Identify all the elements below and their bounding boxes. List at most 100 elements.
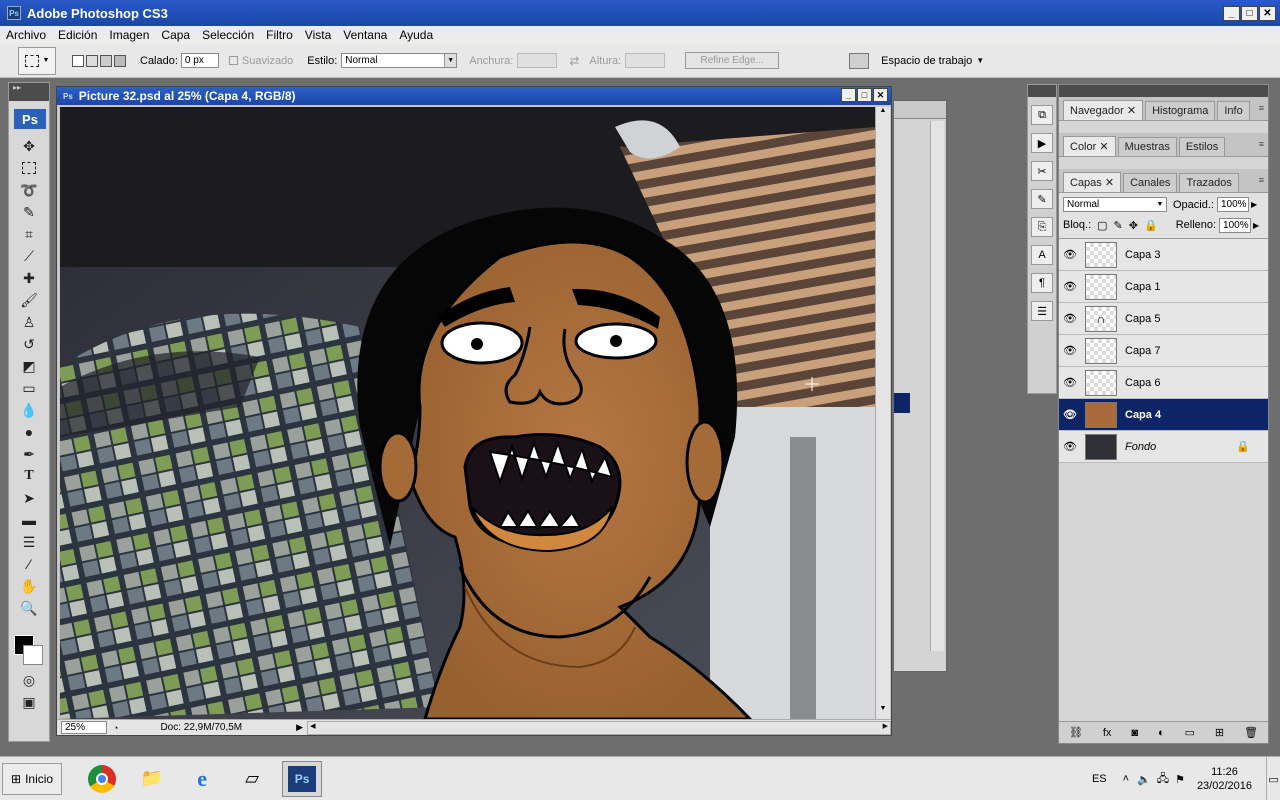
chrome-icon[interactable]: [82, 761, 122, 797]
link-layers-icon[interactable]: ⛓: [1069, 726, 1083, 739]
menu-edicion[interactable]: Edición: [52, 28, 103, 42]
pen-tool-icon[interactable]: ✒: [9, 443, 49, 465]
bridge-icon[interactable]: [849, 52, 870, 69]
status-info-icon[interactable]: ◔: [113, 723, 118, 733]
layer-style-icon[interactable]: fx: [1103, 727, 1112, 739]
eraser-tool-icon[interactable]: ◩: [9, 355, 49, 377]
scroll-up-arrow[interactable]: ▲: [876, 107, 890, 121]
type-tool-icon[interactable]: T: [9, 465, 49, 487]
history-brush-icon[interactable]: ↺: [9, 333, 49, 355]
width-input[interactable]: [517, 53, 558, 68]
layer-mask-icon[interactable]: ◙: [1131, 727, 1138, 739]
trash-icon[interactable]: 🗑: [1244, 726, 1258, 739]
tab-trazados[interactable]: Trazados: [1179, 173, 1239, 192]
opacity-input[interactable]: 100%: [1216, 197, 1249, 212]
tool-presets-icon[interactable]: ✂: [1031, 161, 1053, 181]
show-hidden-icons[interactable]: ˄: [1123, 773, 1129, 785]
shape-tool-icon[interactable]: ▬: [9, 509, 49, 531]
new-selection-icon[interactable]: [72, 54, 84, 67]
character-icon[interactable]: A: [1031, 245, 1053, 265]
layer-row[interactable]: 👁 Capa 1: [1059, 271, 1268, 303]
flag-icon[interactable]: ⚑: [1175, 773, 1185, 786]
brush-tool-icon[interactable]: 🖌: [9, 289, 49, 311]
network-icon[interactable]: 🖧: [1157, 770, 1169, 789]
background-doc-scrollbar[interactable]: [930, 121, 944, 651]
visibility-eye-icon[interactable]: 👁: [1059, 248, 1081, 261]
quick-select-tool-icon[interactable]: ✎: [9, 201, 49, 223]
screen-mode-icon[interactable]: ▣: [9, 691, 49, 713]
hand-tool-icon[interactable]: ✋: [9, 575, 49, 597]
background-color[interactable]: [23, 645, 43, 665]
adjustment-layer-icon[interactable]: ◐: [1158, 727, 1165, 739]
file-explorer-icon[interactable]: 📁: [132, 761, 172, 797]
antialias-checkbox[interactable]: Suavizado: [228, 55, 293, 67]
scroll-down-arrow[interactable]: ▼: [876, 705, 890, 719]
scroll-left-arrow[interactable]: ◀: [310, 722, 315, 730]
quick-mask-icon[interactable]: ◎: [9, 669, 49, 691]
subtract-selection-icon[interactable]: [100, 54, 112, 67]
lock-pixels-icon[interactable]: ✎: [1114, 219, 1123, 232]
panel-menu-icon[interactable]: ≡: [1259, 175, 1264, 185]
layer-row[interactable]: 👁 Capa 3: [1059, 239, 1268, 271]
visibility-eye-icon[interactable]: 👁: [1059, 376, 1081, 389]
volume-icon[interactable]: 🔈: [1137, 773, 1151, 786]
visibility-eye-icon[interactable]: 👁: [1059, 408, 1081, 421]
blur-tool-icon[interactable]: 💧: [9, 399, 49, 421]
intersect-selection-icon[interactable]: [114, 54, 126, 67]
menu-ayuda[interactable]: Ayuda: [393, 28, 439, 42]
menu-archivo[interactable]: Archivo: [0, 28, 52, 42]
menu-seleccion[interactable]: Selección: [196, 28, 260, 42]
clone-stamp-icon[interactable]: ♙: [9, 311, 49, 333]
tab-navegador[interactable]: Navegador ✕: [1063, 100, 1144, 120]
menu-ventana[interactable]: Ventana: [337, 28, 393, 42]
zoom-level-field[interactable]: 25%: [61, 721, 107, 734]
eyedropper-icon[interactable]: ⁄: [9, 553, 49, 575]
doc-close-button[interactable]: ✕: [873, 88, 888, 102]
photoshop-taskbar-icon[interactable]: Ps: [282, 760, 323, 797]
new-group-icon[interactable]: ▭: [1185, 726, 1195, 739]
opacity-arrow-icon[interactable]: ▶: [1251, 200, 1257, 209]
start-button[interactable]: ⊞ Inicio: [2, 762, 63, 795]
color-swatches[interactable]: [9, 625, 49, 669]
visibility-eye-icon[interactable]: 👁: [1059, 280, 1081, 293]
tab-histograma[interactable]: Histograma: [1145, 101, 1216, 120]
tab-canales[interactable]: Canales: [1123, 173, 1178, 192]
menu-filtro[interactable]: Filtro: [260, 28, 299, 42]
lasso-tool-icon[interactable]: ➰: [9, 179, 49, 201]
document-title-bar[interactable]: Ps Picture 32.psd al 25% (Capa 4, RGB/8): [57, 87, 891, 105]
add-selection-icon[interactable]: [86, 54, 98, 67]
maximize-button[interactable]: □: [1241, 6, 1258, 21]
visibility-eye-icon[interactable]: 👁: [1059, 312, 1081, 325]
lock-position-icon[interactable]: ✥: [1129, 219, 1138, 232]
height-input[interactable]: [625, 53, 666, 68]
style-select[interactable]: Normal ▼: [341, 53, 458, 68]
notes-tool-icon[interactable]: ☰: [9, 531, 49, 553]
history-icon[interactable]: ⧉: [1031, 105, 1053, 125]
paragraph-icon[interactable]: ¶: [1031, 273, 1053, 293]
menu-capa[interactable]: Capa: [155, 28, 196, 42]
tab-capas[interactable]: Capas ✕: [1063, 172, 1122, 192]
workspace-menu[interactable]: Espacio de trabajo ▼: [881, 55, 984, 67]
marquee-tool-preset[interactable]: ▼: [18, 46, 56, 75]
menu-vista[interactable]: Vista: [299, 28, 337, 42]
refine-edge-button[interactable]: Refine Edge...: [685, 52, 780, 69]
layer-row[interactable]: 👁 Capa 7: [1059, 335, 1268, 367]
swap-icon[interactable]: ⇄: [569, 54, 579, 68]
clock[interactable]: 11:26 23/02/2016: [1197, 765, 1252, 793]
marquee-tool-icon[interactable]: [9, 157, 49, 179]
tab-info[interactable]: Info: [1217, 101, 1250, 120]
layer-row[interactable]: 👁 Fondo 🔒: [1059, 431, 1268, 463]
doc-minimize-button[interactable]: _: [841, 88, 856, 102]
show-desktop-icon[interactable]: ▭: [1266, 757, 1280, 800]
panel-menu-icon[interactable]: ≡: [1259, 139, 1264, 149]
fill-arrow-icon[interactable]: ▶: [1253, 221, 1259, 230]
clone-source-icon[interactable]: ⎘: [1031, 217, 1053, 237]
new-layer-icon[interactable]: ⊞: [1215, 726, 1224, 739]
internet-explorer-icon[interactable]: e: [182, 761, 222, 797]
brushes-icon[interactable]: ✎: [1031, 189, 1053, 209]
layer-row[interactable]: 👁 ∩ Capa 5: [1059, 303, 1268, 335]
tab-color[interactable]: Color ✕: [1063, 136, 1116, 156]
visibility-eye-icon[interactable]: 👁: [1059, 440, 1081, 453]
minimize-button[interactable]: _: [1223, 6, 1240, 21]
feather-input[interactable]: 0 px: [180, 53, 219, 68]
